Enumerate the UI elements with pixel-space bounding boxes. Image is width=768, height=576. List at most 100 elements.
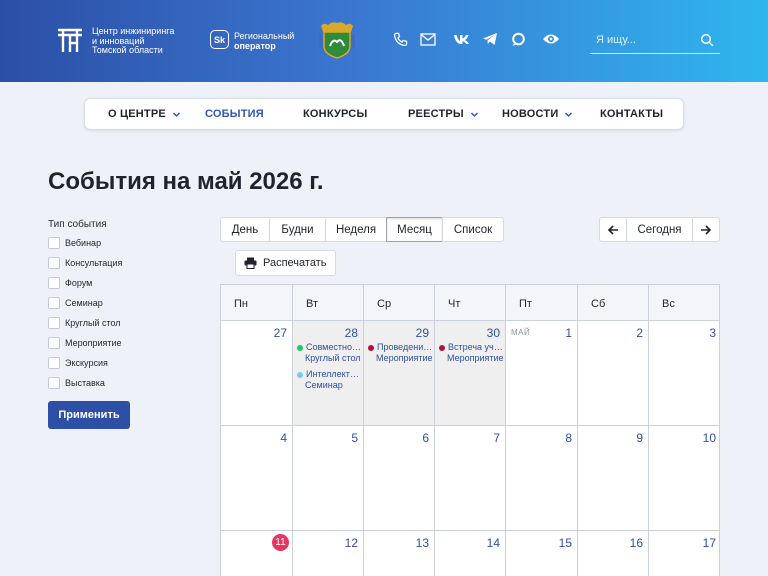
day-number[interactable]: 3	[709, 326, 716, 340]
day-number[interactable]: 7	[493, 431, 500, 445]
filter-option[interactable]: Вебинар	[48, 236, 101, 250]
filter-option[interactable]: Круглый стол	[48, 316, 121, 330]
calendar-day-cell[interactable]: 5	[293, 426, 364, 531]
site-header: Центр инжиниринга и инноваций Томской об…	[0, 0, 768, 82]
checkbox[interactable]	[48, 317, 60, 329]
eye-icon[interactable]	[542, 30, 560, 48]
checkbox[interactable]	[48, 357, 60, 369]
calendar-day-cell[interactable]: 17	[649, 531, 719, 576]
nav-item-about[interactable]: О ЦЕНТРЕ	[108, 99, 181, 129]
calendar-day-cell[interactable]: 16	[578, 531, 649, 576]
coat-of-arms-icon	[319, 22, 355, 59]
view-day-button[interactable]: День	[220, 217, 270, 242]
checkbox[interactable]	[48, 257, 60, 269]
filter-option-label: Вебинар	[65, 238, 102, 248]
logo-icon[interactable]	[56, 26, 84, 54]
calendar-day-cell[interactable]: 9	[578, 426, 649, 531]
calendar-day-cell[interactable]: 8	[506, 426, 578, 531]
calendar-day-cell[interactable]: 13	[364, 531, 435, 576]
day-number[interactable]: 5	[351, 431, 358, 445]
day-number[interactable]: 15	[559, 536, 572, 550]
day-number[interactable]: 16	[630, 536, 643, 550]
calendar-event[interactable]: Проведени… Мероприятие	[368, 342, 434, 364]
chat-icon[interactable]	[509, 30, 527, 48]
day-number[interactable]: 28	[345, 326, 358, 340]
phone-icon[interactable]	[391, 30, 409, 48]
day-number[interactable]: 2	[636, 326, 643, 340]
filter-option[interactable]: Форум	[48, 276, 92, 290]
filter-option[interactable]: Семинар	[48, 296, 103, 310]
view-month-button[interactable]: Месяц	[386, 217, 443, 242]
calendar-day-cell[interactable]: 30 Встреча уча… Мероприятие	[435, 321, 506, 426]
day-number[interactable]: 9	[636, 431, 643, 445]
vk-icon[interactable]	[452, 30, 470, 48]
calendar-day-cell[interactable]: 11	[221, 531, 293, 576]
nav-item-registries[interactable]: РЕЕСТРЫ	[408, 99, 479, 129]
filter-option[interactable]: Экскурсия	[48, 356, 108, 370]
today-button[interactable]: Сегодня	[626, 217, 693, 242]
calendar-day-cell[interactable]: 3	[649, 321, 719, 426]
day-number[interactable]: 29	[416, 326, 429, 340]
calendar-day-cell[interactable]: 27	[221, 321, 293, 426]
checkbox[interactable]	[48, 237, 60, 249]
calendar-day-cell[interactable]: 10	[649, 426, 719, 531]
checkbox[interactable]	[48, 337, 60, 349]
prev-month-button[interactable]	[599, 217, 627, 242]
today-day-number[interactable]: 11	[272, 534, 289, 551]
day-number[interactable]: 14	[487, 536, 500, 550]
next-month-button[interactable]	[692, 217, 720, 242]
nav-item-events[interactable]: СОБЫТИЯ	[205, 99, 264, 129]
day-number[interactable]: 12	[345, 536, 358, 550]
nav-item-news[interactable]: НОВОСТИ	[502, 99, 573, 129]
view-list-button[interactable]: Список	[442, 217, 504, 242]
view-weekdays-button[interactable]: Будни	[269, 217, 326, 242]
filter-option[interactable]: Мероприятие	[48, 336, 122, 350]
calendar-day-cell[interactable]: 2	[578, 321, 649, 426]
calendar-day-cell[interactable]: 28 Совместное… Круглый стол Интеллекту… …	[293, 321, 364, 426]
apply-filter-button[interactable]: Применить	[48, 401, 130, 429]
calendar-event[interactable]: Интеллекту… Семинар	[297, 369, 363, 391]
calendar-event[interactable]: Встреча уча… Мероприятие	[439, 342, 505, 364]
calendar-event[interactable]: Совместное… Круглый стол	[297, 342, 363, 364]
calendar-day-cell[interactable]: 12	[293, 531, 364, 576]
calendar-day-cell[interactable]: 6	[364, 426, 435, 531]
calendar-day-cell[interactable]: 7	[435, 426, 506, 531]
filter-option-label: Экскурсия	[65, 358, 108, 368]
checkbox[interactable]	[48, 277, 60, 289]
filter-option[interactable]: Выставка	[48, 376, 105, 390]
weekday-header: Ср	[364, 285, 435, 321]
nav-item-label: СОБЫТИЯ	[205, 108, 264, 120]
view-week-button[interactable]: Неделя	[325, 217, 387, 242]
logo-text[interactable]: Центр инжиниринга и инноваций Томской об…	[92, 26, 192, 56]
telegram-icon[interactable]	[481, 30, 499, 48]
day-number[interactable]: 27	[274, 326, 287, 340]
day-number[interactable]: 8	[565, 431, 572, 445]
day-number[interactable]: 6	[422, 431, 429, 445]
day-number[interactable]: 30	[487, 326, 500, 340]
checkbox[interactable]	[48, 297, 60, 309]
day-number[interactable]: 17	[703, 536, 716, 550]
search-input[interactable]	[596, 32, 696, 48]
nav-item-contests[interactable]: КОНКУРСЫ	[303, 99, 367, 129]
print-button[interactable]: Распечатать	[235, 250, 336, 276]
calendar-day-cell[interactable]: 29 Проведени… Мероприятие	[364, 321, 435, 426]
checkbox[interactable]	[48, 377, 60, 389]
nav-item-contacts[interactable]: КОНТАКТЫ	[600, 99, 663, 129]
search-icon[interactable]	[700, 33, 714, 47]
weekday-header: Пт	[506, 285, 578, 321]
calendar-day-cell[interactable]: 14	[435, 531, 506, 576]
calendar-day-cell[interactable]: 4	[221, 426, 293, 531]
skolkovo-logo[interactable]: Sk	[210, 30, 229, 49]
day-number[interactable]: 10	[703, 431, 716, 445]
filter-option[interactable]: Консультация	[48, 256, 122, 270]
day-number[interactable]: 13	[416, 536, 429, 550]
mail-icon[interactable]	[419, 30, 437, 48]
event-dot	[439, 344, 445, 351]
print-button-label: Распечатать	[263, 257, 327, 269]
calendar-day-cell[interactable]: МАЙ 1	[506, 321, 578, 426]
calendar-day-cell[interactable]: 15	[506, 531, 578, 576]
day-number[interactable]: 1	[565, 326, 572, 340]
day-number[interactable]: 4	[280, 431, 287, 445]
event-title: Совместное…	[306, 342, 363, 352]
regional-operator-label[interactable]: Региональный оператор	[234, 31, 294, 51]
